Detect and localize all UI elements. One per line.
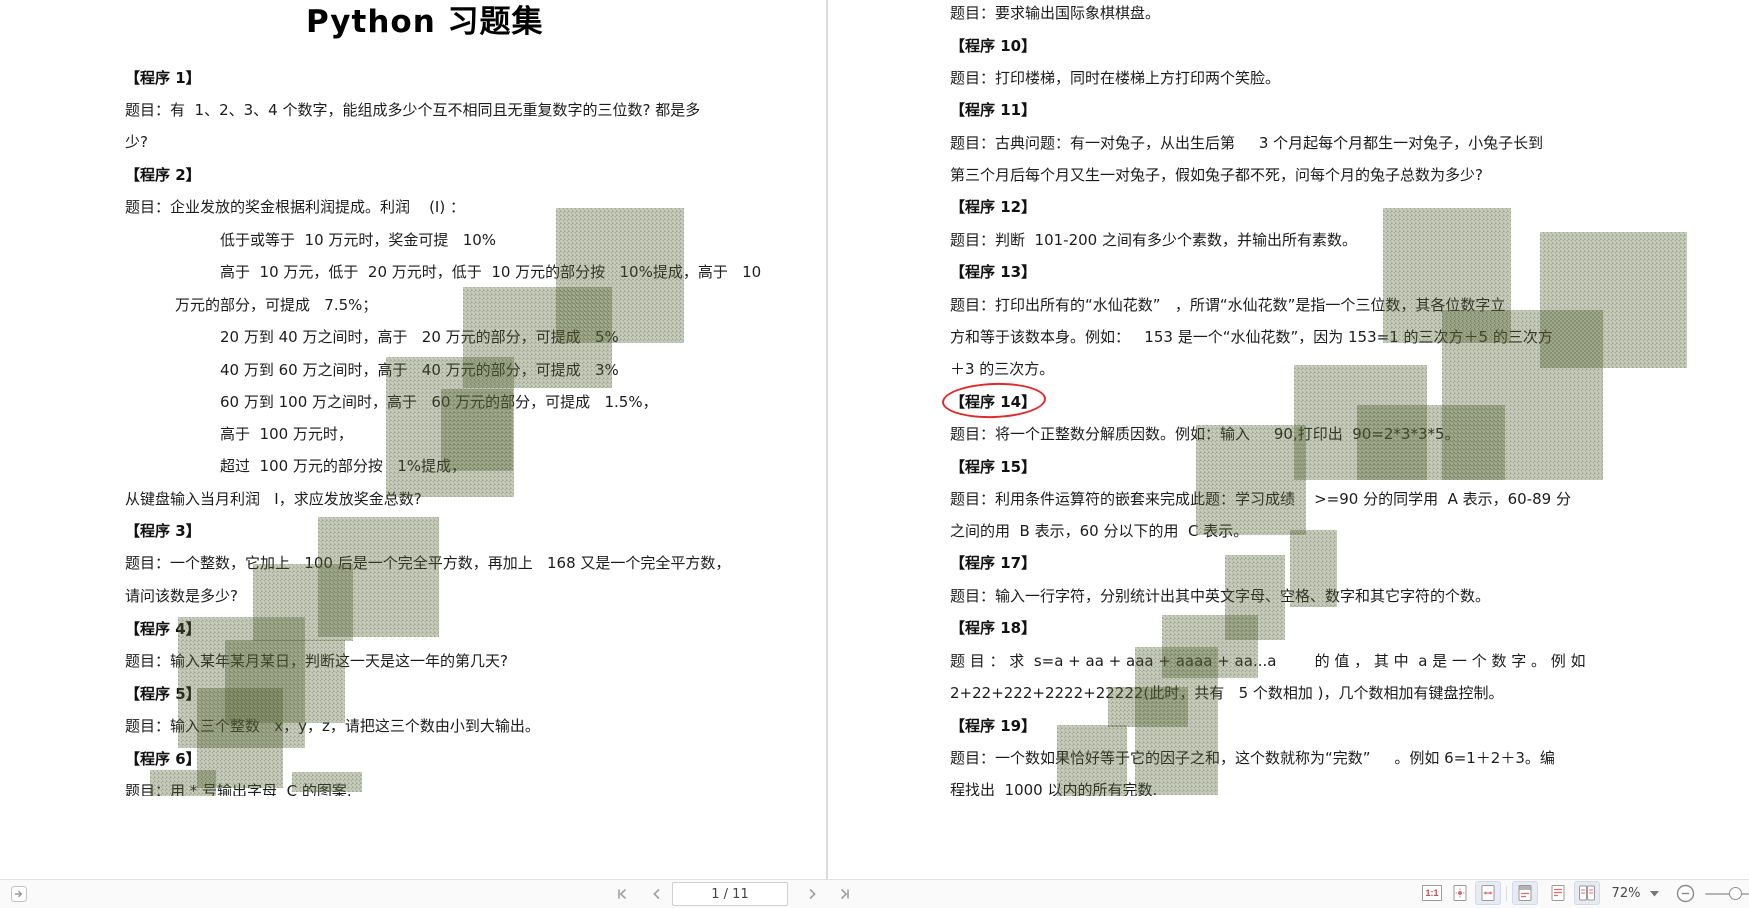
text-line: 方和等于该数本身。例如： 153 是一个“水仙花数”，因为 153=1 的三次方… [950, 327, 1553, 347]
page-number-input[interactable] [672, 882, 788, 906]
two-page-view-icon [1577, 883, 1597, 903]
minus-circle-icon [1676, 884, 1695, 903]
text-line: 题目：将一个正整数分解质因数。例如：输入 90,打印出 90=2*3*3*5。 [950, 424, 1460, 444]
program-header: 【程序 2】 [125, 165, 201, 185]
previous-page-button[interactable] [644, 880, 670, 907]
text-line: 题目：判断 101-200 之间有多少个素数，并输出所有素数。 [950, 230, 1357, 250]
text-line: 题目：输入三个整数 x，y，z，请把这三个数由小到大输出。 [125, 716, 540, 736]
document-title: Python 习题集 [306, 12, 544, 32]
text-line: 题 目 ： 求 s=a + aa + aaa + aaaa + aa...a 的… [950, 651, 1586, 671]
program-header: 【程序 12】 [950, 197, 1036, 217]
zoom-dropdown-button[interactable] [1646, 880, 1662, 907]
pdf-viewer-window: Python 习题集【程序 1】题目：有 1、2、3、4 个数字，能组成多少个互… [0, 0, 1749, 908]
page-arrow-icon [10, 885, 28, 903]
text-line: 请问该数是多少? [125, 586, 238, 606]
program-header: 【程序 17】 [950, 553, 1036, 573]
text-line: 题目：用 * 号输出字母 C 的图案. [125, 781, 352, 796]
auto-scroll-tool-button[interactable] [6, 880, 32, 907]
zoom-percent-label: 72% [1612, 886, 1641, 901]
text-line: ＋3 的三次方。 [950, 359, 1054, 379]
text-line: 第三个月后每个月又生一对兔子，假如兔子都不死，问每个月的兔子总数为多少? [950, 165, 1483, 185]
two-page-view-button[interactable] [1574, 881, 1600, 905]
program-header: 【程序 5】 [125, 684, 201, 704]
text-line: 60 万到 100 万之间时，高于 60 万元的部分，可提成 1.5%， [220, 392, 658, 412]
status-bar: 1:1 [0, 879, 1749, 908]
first-page-button[interactable] [610, 880, 636, 907]
zoom-slider-handle[interactable] [1729, 887, 1742, 900]
text-line: 2+22+222+2222+22222(此时，共有 5 个数相加 )，几个数相加… [950, 683, 1504, 703]
continuous-scroll-icon [1515, 883, 1535, 903]
text-line: 高于 10 万元，低于 20 万元时，低于 10 万元的部分按 10%提成，高于… [220, 262, 761, 282]
fit-width-button[interactable] [1475, 881, 1501, 905]
program-header: 【程序 18】 [950, 618, 1036, 638]
chevron-down-icon [1650, 891, 1659, 897]
text-line: 题目：一个数如果恰好等于它的因子之和，这个数就称为“完数” 。例如 6=1＋2＋… [950, 748, 1555, 768]
fit-page-icon [1450, 883, 1470, 903]
text-line: 题目：打印出所有的“水仙花数” ，所谓“水仙花数”是指一个三位数，其各位数字立 [950, 295, 1505, 315]
text-line: 40 万到 60 万之间时，高于 40 万元的部分，可提成 3% [220, 360, 619, 380]
text-line: 题目：输入一行字符，分别统计出其中英文字母、空格、数字和其它字符的个数。 [950, 586, 1490, 606]
text-line: 高于 100 万元时， [220, 424, 353, 444]
zoom-percent-display[interactable]: 72% [1606, 880, 1646, 907]
actual-size-icon: 1:1 [1422, 885, 1441, 901]
text-line: 题目：要求输出国际象棋棋盘。 [950, 3, 1160, 23]
zoom-slider[interactable] [1705, 893, 1749, 895]
document-text-layer: Python 习题集【程序 1】题目：有 1、2、3、4 个数字，能组成多少个互… [0, 0, 1749, 796]
program-header: 【程序 19】 [950, 716, 1036, 736]
single-page-button[interactable] [1545, 881, 1571, 905]
program-header: 【程序 1】 [125, 68, 201, 88]
text-line: 低于或等于 10 万元时，奖金可提 10% [220, 230, 496, 250]
program-header: 【程序 4】 [125, 619, 201, 639]
continuous-scroll-button[interactable] [1512, 881, 1538, 905]
chevron-left-icon [649, 886, 665, 902]
text-line: 之间的用 B 表示，60 分以下的用 C 表示。 [950, 521, 1248, 541]
program-header: 【程序 3】 [125, 521, 201, 541]
text-line: 题目：利用条件运算符的嵌套来完成此题：学习成绩 >=90 分的同学用 A 表示，… [950, 489, 1571, 509]
program-header: 【程序 6】 [125, 749, 201, 769]
next-page-button[interactable] [799, 880, 825, 907]
text-line: 从键盘输入当月利润 I，求应发放奖金总数? [125, 489, 422, 509]
single-page-icon [1548, 883, 1568, 903]
first-page-icon [615, 886, 631, 902]
fit-page-button[interactable] [1447, 881, 1473, 905]
text-line: 程找出 1000 以内的所有完数. [950, 780, 1157, 796]
text-line: 超过 100 万元的部分按 1%提成， [220, 456, 466, 476]
toolbar-separator [1506, 886, 1507, 901]
text-line: 题目：打印楼梯，同时在楼梯上方打印两个笑脸。 [950, 68, 1280, 88]
text-line: 20 万到 40 万之间时，高于 20 万元的部分，可提成 5% [220, 327, 619, 347]
text-line: 万元的部分，可提成 7.5%； [175, 295, 377, 315]
fit-width-icon [1478, 883, 1498, 903]
last-page-button[interactable] [831, 880, 857, 907]
zoom-out-button[interactable] [1672, 880, 1698, 907]
text-line: 题目：一个整数，它加上 100 后是一个完全平方数，再加上 168 又是一个完全… [125, 553, 730, 573]
program-header: 【程序 10】 [950, 36, 1036, 56]
text-line: 题目：有 1、2、3、4 个数字，能组成多少个互不相同且无重复数字的三位数? 都… [125, 100, 700, 120]
program-header: 【程序 15】 [950, 457, 1036, 477]
text-line: 题目：企业发放的奖金根据利润提成。利润 (I) ： [125, 197, 465, 217]
last-page-icon [836, 886, 852, 902]
text-line: 题目：古典问题：有一对兔子，从出生后第 3 个月起每个月都生一对兔子，小兔子长到 [950, 133, 1543, 153]
chevron-right-icon [804, 886, 820, 902]
program-header: 【程序 11】 [950, 100, 1036, 120]
program-header: 【程序 13】 [950, 262, 1036, 282]
text-line: 少? [125, 132, 148, 152]
text-line: 题目：输入某年某月某日，判断这一天是这一年的第几天? [125, 651, 508, 671]
actual-size-button[interactable]: 1:1 [1419, 881, 1445, 905]
